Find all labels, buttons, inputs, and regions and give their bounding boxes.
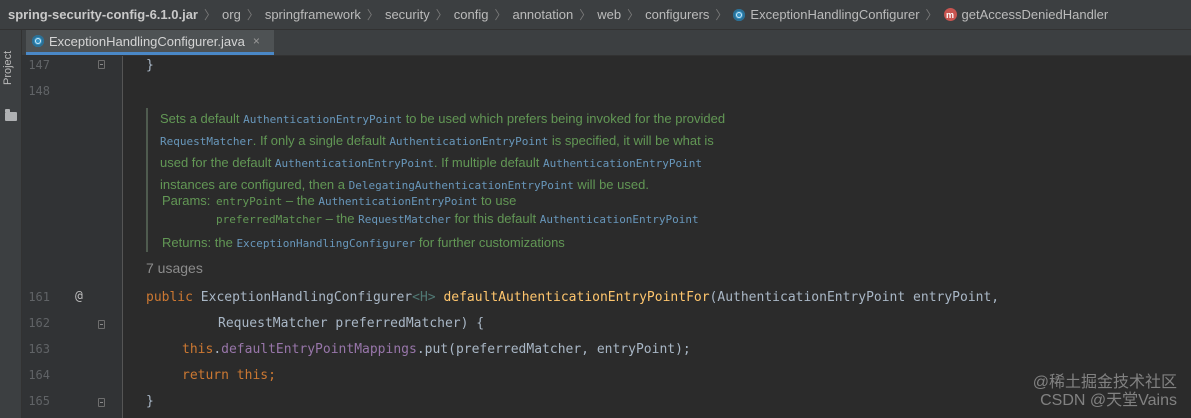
doc-link[interactable]: AuthenticationEntryPoint xyxy=(543,157,702,170)
line-number: 164 xyxy=(28,368,50,382)
watermark-line: @稀土掘金技术社区 xyxy=(1032,374,1177,391)
keyword: public xyxy=(146,290,193,305)
fold-start-icon[interactable] xyxy=(98,320,105,329)
breadcrumb-item-class[interactable]: ExceptionHandlingConfigurer xyxy=(733,7,920,22)
doc-link[interactable]: AuthenticationEntryPoint xyxy=(540,213,699,226)
code-dot: . xyxy=(213,342,222,357)
line-number: 147 xyxy=(28,58,50,72)
fold-end-icon[interactable] xyxy=(98,60,105,69)
rendered-javadoc: Sets a default AuthenticationEntryPoint … xyxy=(146,108,786,252)
line-number: 165 xyxy=(28,394,50,408)
doc-text: for further customizations xyxy=(415,235,565,250)
code-line-163: this.defaultEntryPointMappings.put(prefe… xyxy=(182,342,691,357)
breadcrumb-item-configurers[interactable]: configurers xyxy=(645,7,709,22)
doc-link[interactable]: ExceptionHandlingConfigurer xyxy=(236,237,415,250)
code-line-162: RequestMatcher preferredMatcher) { xyxy=(218,316,485,331)
doc-text: for this default xyxy=(450,211,540,226)
line-number: 161 xyxy=(28,290,50,304)
doc-link[interactable]: AuthenticationEntryPoint xyxy=(243,113,402,126)
breadcrumb-separator: 〉 xyxy=(627,8,640,22)
doc-text: is specified, it will be what is xyxy=(548,133,714,148)
breadcrumb-separator: 〉 xyxy=(579,8,592,22)
fold-end-icon[interactable] xyxy=(98,398,105,407)
code-line-161: public ExceptionHandlingConfigurer<H> de… xyxy=(146,290,999,305)
code-line-165: } xyxy=(146,394,154,409)
params-label: Params: xyxy=(162,193,211,208)
code-line-164: return this; xyxy=(182,368,276,383)
watermark-line: CSDN @天堂Vains xyxy=(1040,392,1177,409)
class-icon xyxy=(32,35,44,47)
parameter-list: (AuthenticationEntryPoint entryPoint, xyxy=(709,290,1000,305)
doc-text: to be used which prefers being invoked f… xyxy=(402,111,726,126)
doc-link[interactable]: AuthenticationEntryPoint xyxy=(389,135,548,148)
doc-link[interactable]: AuthenticationEntryPoint xyxy=(318,195,477,208)
breadcrumb-separator: 〉 xyxy=(494,8,507,22)
gutter: 147 148 161 162 163 164 165 @ xyxy=(22,56,123,418)
method-declaration: defaultAuthenticationEntryPointFor xyxy=(443,290,710,305)
code-line-147: } xyxy=(146,58,154,73)
breadcrumb-separator: 〉 xyxy=(435,8,448,22)
keyword: this xyxy=(236,368,269,383)
returns-label: Returns: xyxy=(162,235,212,250)
breadcrumb-class-label: ExceptionHandlingConfigurer xyxy=(750,7,920,22)
breadcrumb-item-security[interactable]: security xyxy=(385,7,430,22)
breadcrumb-separator: 〉 xyxy=(246,8,259,22)
breadcrumb-item-web[interactable]: web xyxy=(597,7,621,22)
override-marker-icon[interactable]: @ xyxy=(75,289,83,304)
doc-link[interactable]: RequestMatcher xyxy=(358,213,451,226)
field-reference: defaultEntryPointMappings xyxy=(221,342,417,357)
editor-tab-bar: ExceptionHandlingConfigurer.java × xyxy=(22,30,1191,56)
javadoc-line: RequestMatcher. If only a single default… xyxy=(160,130,786,152)
class-icon xyxy=(733,8,746,21)
doc-text: the xyxy=(211,235,237,250)
method-icon: m xyxy=(943,8,957,21)
breadcrumb-item-springframework[interactable]: springframework xyxy=(265,7,361,22)
breadcrumb-separator: 〉 xyxy=(715,8,728,22)
method-call: .put(preferredMatcher, entryPoint); xyxy=(416,342,691,357)
javadoc-line: Sets a default AuthenticationEntryPoint … xyxy=(160,108,786,130)
tab-exception-handling-configurer[interactable]: ExceptionHandlingConfigurer.java × xyxy=(26,30,274,55)
doc-text: Sets a default xyxy=(160,111,244,126)
doc-text: – the xyxy=(321,211,359,226)
javadoc-returns: Returns: the ExceptionHandlingConfigurer… xyxy=(162,232,565,254)
keyword: return xyxy=(182,368,229,383)
doc-link[interactable]: RequestMatcher xyxy=(160,135,253,148)
breadcrumb-method-label: getAccessDeniedHandler xyxy=(961,7,1109,22)
breadcrumb-item-config[interactable]: config xyxy=(454,7,489,22)
watermark: @稀土掘金技术社区 CSDN @天堂Vains xyxy=(1033,374,1177,410)
breadcrumb-item-org[interactable]: org xyxy=(222,7,241,22)
javadoc-params: Params: entryPoint – the AuthenticationEn… xyxy=(162,190,699,230)
keyword: this xyxy=(182,342,214,357)
tab-title: ExceptionHandlingConfigurer.java xyxy=(49,33,245,49)
line-number: 148 xyxy=(28,84,50,98)
javadoc-line: used for the default AuthenticationEntry… xyxy=(160,152,786,174)
doc-text: . If multiple default xyxy=(433,155,543,170)
breadcrumb-separator: 〉 xyxy=(204,8,217,22)
param-name: preferredMatcher xyxy=(216,213,322,226)
type-name: ExceptionHandlingConfigurer xyxy=(200,290,413,305)
doc-text: used for the default xyxy=(160,155,275,170)
param-name: entryPoint xyxy=(216,195,283,208)
breadcrumb-item-annotation[interactable]: annotation xyxy=(512,7,573,22)
breadcrumb-item-method[interactable]: m getAccessDeniedHandler xyxy=(943,7,1109,22)
line-number: 162 xyxy=(28,316,50,330)
breadcrumb-separator: 〉 xyxy=(366,8,379,22)
folder-icon[interactable] xyxy=(5,109,17,121)
breadcrumb: spring-security-config-6.1.0.jar 〉 org 〉… xyxy=(0,0,1191,30)
doc-link[interactable]: AuthenticationEntryPoint xyxy=(275,157,434,170)
semicolon: ; xyxy=(268,368,276,383)
type-parameter: <H> xyxy=(412,290,436,305)
line-number: 163 xyxy=(28,342,50,356)
close-icon[interactable]: × xyxy=(253,34,260,48)
code-editor[interactable]: 147 148 161 162 163 164 165 @ } Sets a d… xyxy=(22,56,1191,418)
doc-text: – the xyxy=(282,193,319,208)
breadcrumb-separator: 〉 xyxy=(925,8,938,22)
tool-window-strip: Project xyxy=(0,30,22,418)
project-tool-button[interactable]: Project xyxy=(2,38,20,98)
doc-text: to use xyxy=(477,193,517,208)
usages-hint[interactable]: 7 usages xyxy=(146,260,203,276)
doc-text: . If only a single default xyxy=(252,133,390,148)
breadcrumb-item-jar[interactable]: spring-security-config-6.1.0.jar xyxy=(8,7,198,22)
